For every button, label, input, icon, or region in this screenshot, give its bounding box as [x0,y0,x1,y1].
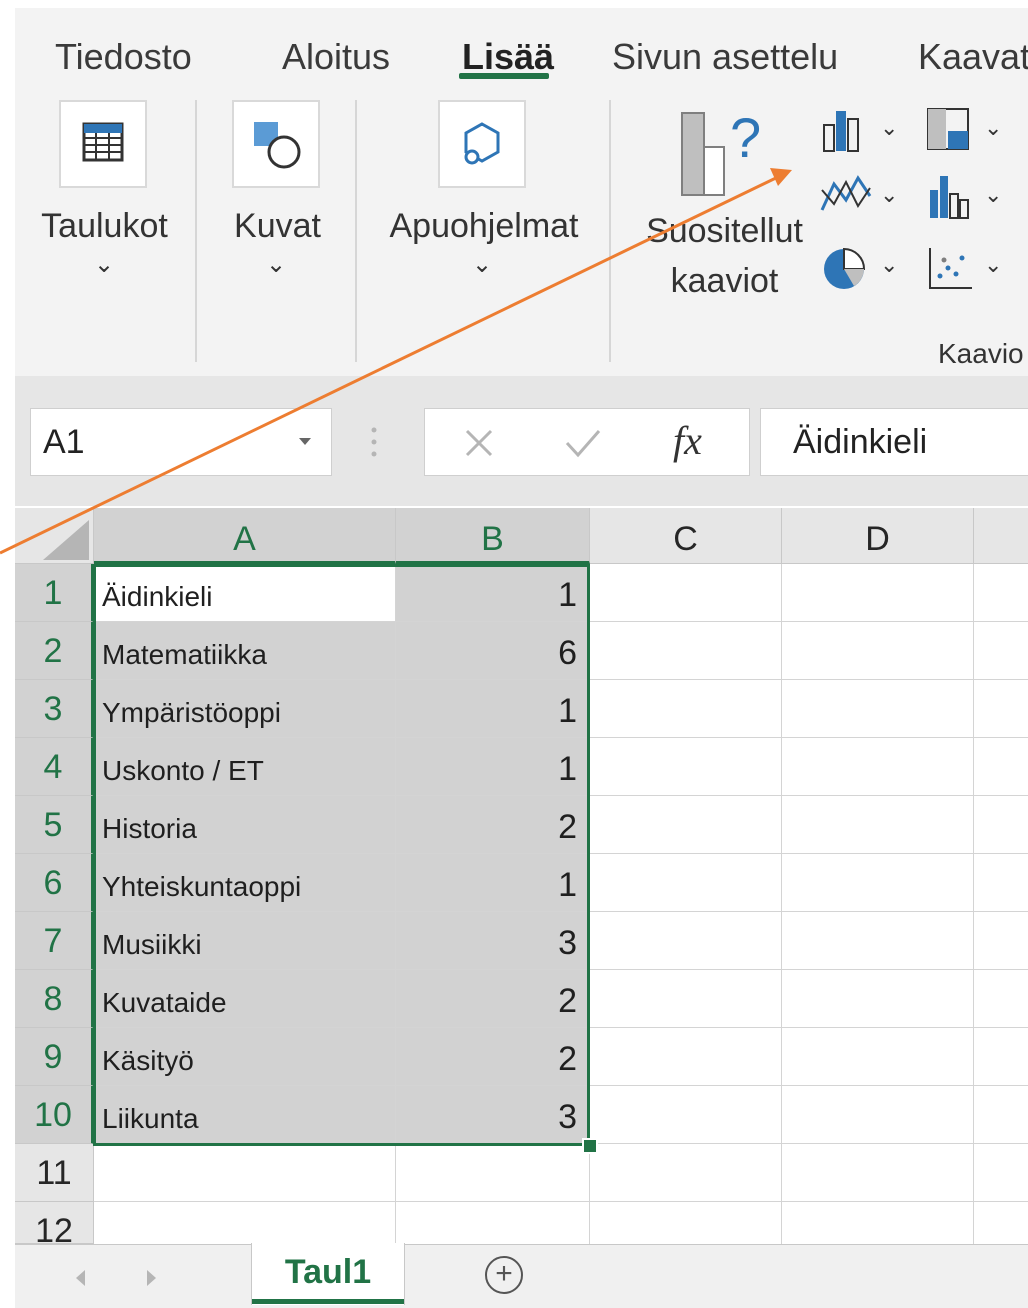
enter-check-icon[interactable] [563,425,603,461]
tables-chevron-icon[interactable]: ⌄ [94,250,114,279]
formula-input[interactable]: Äidinkieli [760,408,1028,476]
gridline [395,1144,396,1244]
cell-a5[interactable]: Historia [94,796,396,854]
svg-text:?: ? [730,106,761,169]
scroll-left-icon[interactable] [73,1267,89,1289]
addins-button[interactable] [438,100,526,188]
cell-a2[interactable]: Matematiikka [94,622,396,680]
row-header[interactable]: 10 [15,1086,94,1144]
cell-b2[interactable]: 6 [396,622,590,680]
cell-b1[interactable]: 1 [396,564,590,622]
recommended-charts-label[interactable]: Suositellut [637,212,812,251]
ribbon: Tiedosto Aloitus Lisää Sivun asettelu Ka… [15,8,1028,376]
empty-cells-region[interactable] [590,564,1028,1244]
shapes-icon [254,122,301,169]
row-header[interactable]: 1 [15,564,94,622]
fill-handle[interactable] [582,1138,598,1154]
table-icon [82,122,124,162]
tab-lisaa[interactable]: Lisää [462,36,554,78]
add-sheet-button[interactable]: + [485,1256,523,1294]
column-header-d[interactable]: D [782,508,974,564]
ribbon-separator [355,100,357,362]
cell-b6[interactable]: 1 [396,854,590,912]
column-chart-icon[interactable] [820,105,870,155]
row-header[interactable]: 3 [15,680,94,738]
row-header[interactable]: 7 [15,912,94,970]
cell-a9[interactable]: Käsityö [94,1028,396,1086]
formula-buttons: fx [424,408,750,476]
statistic-chart-icon[interactable] [926,170,976,222]
cancel-icon[interactable] [461,425,497,461]
addins-icon [464,122,500,165]
line-chart-icon[interactable] [818,170,874,220]
addins-label[interactable]: Apuohjelmat [378,207,590,246]
row-header[interactable]: 6 [15,854,94,912]
tab-aloitus[interactable]: Aloitus [282,36,390,78]
formula-bar-grip-icon[interactable] [366,422,382,462]
tab-sivun-asettelu[interactable]: Sivun asettelu [612,36,838,78]
tab-kaavat[interactable]: Kaavat [918,36,1028,78]
row-header[interactable]: 8 [15,970,94,1028]
cell-a8[interactable]: Kuvataide [94,970,396,1028]
column-chart-chevron-icon[interactable]: ⌄ [880,115,898,141]
empty-cells-lower[interactable] [94,1144,590,1244]
recommended-charts-label-2[interactable]: kaaviot [637,262,812,301]
cell-b9[interactable]: 2 [396,1028,590,1086]
row-header[interactable]: 5 [15,796,94,854]
formula-value: Äidinkieli [793,423,928,461]
column-header-b[interactable]: B [396,508,590,564]
cell-b5[interactable]: 2 [396,796,590,854]
cell-a7[interactable]: Musiikki [94,912,396,970]
tables-button[interactable] [59,100,147,188]
cell-a3[interactable]: Ympäristöoppi [94,680,396,738]
images-chevron-icon[interactable]: ⌄ [266,250,286,279]
scroll-right-icon[interactable] [143,1267,159,1289]
addins-chevron-icon[interactable]: ⌄ [472,250,492,279]
scatter-chart-icon[interactable] [926,244,976,294]
select-all-button[interactable] [15,508,94,564]
cell-b8[interactable]: 2 [396,970,590,1028]
cell-a1[interactable]: Äidinkieli [94,564,396,622]
column-header-c[interactable]: C [590,508,782,564]
column-header-a[interactable]: A [94,508,396,564]
ribbon-separator [609,100,611,362]
cell-b3[interactable]: 1 [396,680,590,738]
name-box[interactable]: A1 [30,408,332,476]
pie-chart-chevron-icon[interactable]: ⌄ [880,252,898,278]
cell-b10[interactable]: 3 [396,1086,590,1144]
charts-group-label: Kaavio [938,338,1024,369]
row-header[interactable]: 12 [15,1202,94,1244]
images-label[interactable]: Kuvat [225,207,330,246]
tab-tiedosto[interactable]: Tiedosto [55,36,192,78]
statistic-chart-chevron-icon[interactable]: ⌄ [984,182,1002,208]
hierarchy-chart-icon[interactable] [924,105,974,155]
row-header[interactable]: 9 [15,1028,94,1086]
name-box-dropdown-icon[interactable] [297,435,313,447]
sheet-tab-taul1[interactable]: Taul1 [251,1243,405,1305]
active-tab-indicator [459,73,549,79]
cell-a4[interactable]: Uskonto / ET [94,738,396,796]
column-header-e[interactable] [974,508,1028,564]
row-header[interactable]: 11 [15,1144,94,1202]
gridline [589,1144,590,1244]
line-chart-chevron-icon[interactable]: ⌄ [880,182,898,208]
pie-chart-icon[interactable] [820,244,872,294]
cell-a6[interactable]: Yhteiskuntaoppi [94,854,396,912]
scatter-chart-chevron-icon[interactable]: ⌄ [984,252,1002,278]
select-all-triangle-icon [43,520,89,560]
ribbon-separator [195,100,197,362]
sheet-tab-indicator [252,1299,404,1304]
cell-b7[interactable]: 3 [396,912,590,970]
tables-label[interactable]: Taulukot [32,207,177,246]
recommended-charts-icon[interactable]: ? [678,105,778,200]
images-button[interactable] [232,100,320,188]
row-header[interactable]: 4 [15,738,94,796]
insert-function-icon[interactable]: fx [673,417,702,464]
row-header[interactable]: 2 [15,622,94,680]
cell-b4[interactable]: 1 [396,738,590,796]
cell-a10[interactable]: Liikunta [94,1086,396,1144]
hierarchy-chart-chevron-icon[interactable]: ⌄ [984,115,1002,141]
name-box-value: A1 [43,423,85,461]
